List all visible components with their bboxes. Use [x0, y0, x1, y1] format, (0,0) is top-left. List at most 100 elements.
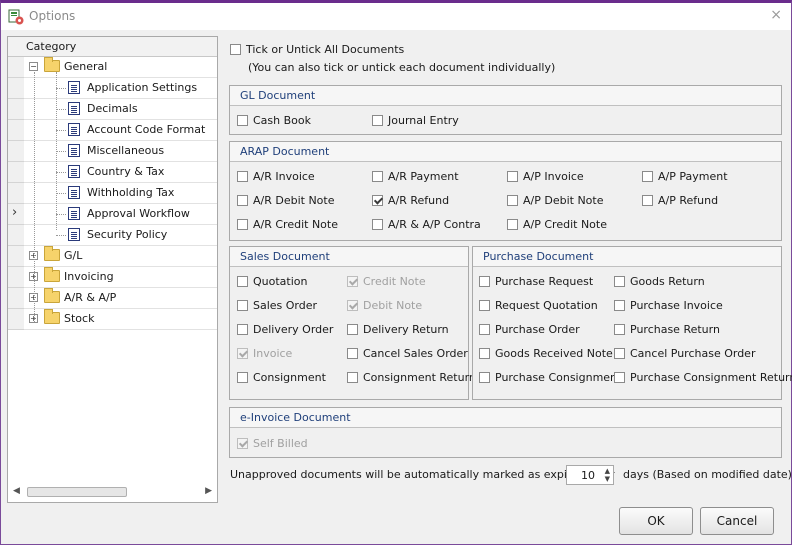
tree-horizontal-scrollbar[interactable]: ◀ ▶: [10, 485, 215, 499]
request-quotation-box[interactable]: [479, 300, 490, 311]
quotation-checkbox[interactable]: Quotation: [237, 275, 307, 288]
tree-item-application-settings[interactable]: Application Settings: [24, 78, 217, 99]
tree-item-approval-workflow[interactable]: Approval Workflow: [24, 204, 217, 225]
cancel-button[interactable]: Cancel: [700, 507, 774, 535]
spin-up-icon[interactable]: ▲: [605, 467, 610, 475]
a-r-invoice-box[interactable]: [237, 171, 248, 182]
delivery-return-label: Delivery Return: [363, 323, 449, 336]
cancel-sales-order-box[interactable]: [347, 348, 358, 359]
tree-connector: [56, 193, 66, 194]
arap-document-title: ARAP Document: [240, 145, 330, 158]
cash-book-box[interactable]: [237, 115, 248, 126]
sales-order-box[interactable]: [237, 300, 248, 311]
goods-return-checkbox[interactable]: Goods Return: [614, 275, 705, 288]
a-r-debit-note-checkbox[interactable]: A/R Debit Note: [237, 194, 335, 207]
cancel-purchase-order-checkbox[interactable]: Cancel Purchase Order: [614, 347, 755, 360]
purchase-request-box[interactable]: [479, 276, 490, 287]
a-p-credit-note-box[interactable]: [507, 219, 518, 230]
a-r-debit-note-box[interactable]: [237, 195, 248, 206]
consignment-box[interactable]: [237, 372, 248, 383]
a-p-credit-note-checkbox[interactable]: A/P Credit Note: [507, 218, 607, 231]
delivery-return-checkbox[interactable]: Delivery Return: [347, 323, 449, 336]
cash-book-checkbox[interactable]: Cash Book: [237, 114, 311, 127]
tree-item-a-r-a-p[interactable]: + A/R & A/P: [24, 288, 217, 309]
consignment-checkbox[interactable]: Consignment: [237, 371, 326, 384]
purchase-request-checkbox[interactable]: Purchase Request: [479, 275, 593, 288]
purchase-request-label: Purchase Request: [495, 275, 594, 288]
tree-item-security-policy[interactable]: Security Policy: [24, 225, 217, 246]
a-r-a-p-contra-checkbox[interactable]: A/R & A/P Contra: [372, 218, 481, 231]
scroll-thumb[interactable]: [27, 487, 127, 497]
row-pointer-icon: ›: [12, 205, 18, 220]
goods-received-note-box[interactable]: [479, 348, 490, 359]
a-r-refund-box[interactable]: [372, 195, 383, 206]
category-tree[interactable]: Category − General Application Settings Dec…: [7, 36, 218, 503]
purchase-order-checkbox[interactable]: Purchase Order: [479, 323, 580, 336]
a-p-invoice-checkbox[interactable]: A/P Invoice: [507, 170, 584, 183]
a-r-payment-checkbox[interactable]: A/R Payment: [372, 170, 459, 183]
tick-all-checkbox[interactable]: Tick or Untick All Documents: [230, 43, 404, 56]
purchase-return-box[interactable]: [614, 324, 625, 335]
tree-item-g-l[interactable]: + G/L: [24, 246, 217, 267]
a-r-payment-box[interactable]: [372, 171, 383, 182]
scroll-left-arrow-icon[interactable]: ◀: [13, 486, 20, 496]
a-p-invoice-box[interactable]: [507, 171, 518, 182]
cancel-sales-order-checkbox[interactable]: Cancel Sales Order: [347, 347, 468, 360]
tree-item-country-tax[interactable]: Country & Tax: [24, 162, 217, 183]
spin-down-icon[interactable]: ▼: [605, 475, 610, 483]
purchase-return-checkbox[interactable]: Purchase Return: [614, 323, 720, 336]
goods-received-note-checkbox[interactable]: Goods Received Note: [479, 347, 613, 360]
cancel-purchase-order-box[interactable]: [614, 348, 625, 359]
purchase-invoice-box[interactable]: [614, 300, 625, 311]
a-r-credit-note-checkbox[interactable]: A/R Credit Note: [237, 218, 338, 231]
a-r-refund-checkbox[interactable]: A/R Refund: [372, 194, 449, 207]
goods-received-note-label: Goods Received Note: [495, 347, 613, 360]
consignment-return-checkbox[interactable]: Consignment Return: [347, 371, 476, 384]
close-icon[interactable]: ×: [770, 7, 782, 23]
tree-item-withholding-tax[interactable]: Withholding Tax: [24, 183, 217, 204]
purchase-invoice-checkbox[interactable]: Purchase Invoice: [614, 299, 723, 312]
delivery-return-box[interactable]: [347, 324, 358, 335]
tree-item-account-code-format[interactable]: Account Code Format: [24, 120, 217, 141]
purchase-consignment-box[interactable]: [479, 372, 490, 383]
a-p-refund-checkbox[interactable]: A/P Refund: [642, 194, 718, 207]
ok-button[interactable]: OK: [619, 507, 693, 535]
a-p-refund-box[interactable]: [642, 195, 653, 206]
tree-item-general[interactable]: − General: [24, 57, 217, 78]
purchase-consignment-return-label: Purchase Consignment Return: [630, 371, 792, 384]
a-p-debit-note-box[interactable]: [507, 195, 518, 206]
a-r-invoice-label: A/R Invoice: [253, 170, 315, 183]
tree-item-invoicing[interactable]: + Invoicing: [24, 267, 217, 288]
quotation-box[interactable]: [237, 276, 248, 287]
row-indicator-cell: [8, 225, 24, 246]
a-p-payment-box[interactable]: [642, 171, 653, 182]
delivery-order-box[interactable]: [237, 324, 248, 335]
tick-all-box[interactable]: [230, 44, 241, 55]
a-r-credit-note-box[interactable]: [237, 219, 248, 230]
collapse-icon[interactable]: −: [29, 62, 38, 71]
goods-return-box[interactable]: [614, 276, 625, 287]
tree-item-stock[interactable]: + Stock: [24, 309, 217, 330]
purchase-consignment-return-checkbox[interactable]: Purchase Consignment Return: [614, 371, 792, 384]
tree-item-decimals[interactable]: Decimals: [24, 99, 217, 120]
a-r-invoice-checkbox[interactable]: A/R Invoice: [237, 170, 315, 183]
purchase-consignment-return-box[interactable]: [614, 372, 625, 383]
sales-order-checkbox[interactable]: Sales Order: [237, 299, 317, 312]
scroll-right-arrow-icon[interactable]: ▶: [205, 486, 212, 496]
a-p-debit-note-checkbox[interactable]: A/P Debit Note: [507, 194, 604, 207]
purchase-return-label: Purchase Return: [630, 323, 720, 336]
expiry-days-value[interactable]: 10: [581, 469, 595, 482]
expiry-days-spinner[interactable]: 10 ▲ ▼: [566, 465, 614, 485]
journal-entry-checkbox[interactable]: Journal Entry: [372, 114, 459, 127]
gl-document-title: GL Document: [240, 89, 316, 102]
purchase-consignment-checkbox[interactable]: Purchase Consignment: [479, 371, 621, 384]
consignment-return-box[interactable]: [347, 372, 358, 383]
a-p-payment-checkbox[interactable]: A/P Payment: [642, 170, 728, 183]
a-r-a-p-contra-box[interactable]: [372, 219, 383, 230]
purchase-order-box[interactable]: [479, 324, 490, 335]
delivery-order-checkbox[interactable]: Delivery Order: [237, 323, 333, 336]
tree-item-miscellaneous[interactable]: Miscellaneous: [24, 141, 217, 162]
journal-entry-box[interactable]: [372, 115, 383, 126]
request-quotation-checkbox[interactable]: Request Quotation: [479, 299, 598, 312]
tree-connector: [56, 72, 57, 230]
